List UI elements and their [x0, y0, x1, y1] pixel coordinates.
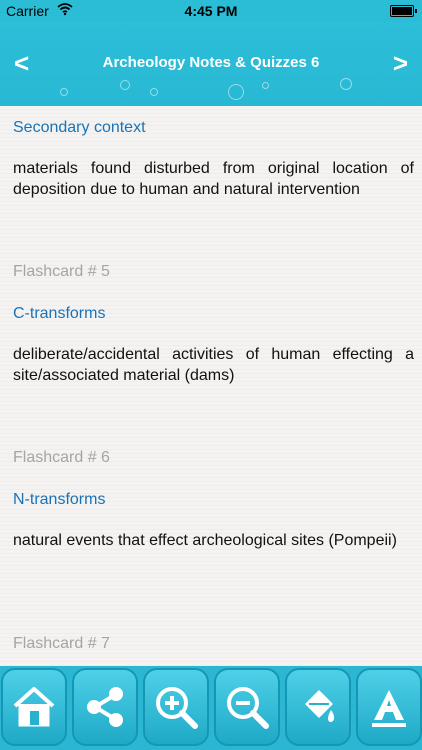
zoom-out-button[interactable]: [214, 668, 280, 746]
bubble-decoration: [262, 82, 269, 89]
share-button[interactable]: [72, 668, 138, 746]
share-icon: [87, 687, 123, 727]
bubble-decoration: [60, 88, 68, 96]
font-button[interactable]: [356, 668, 422, 746]
home-button[interactable]: [1, 668, 67, 746]
nav-bar: < Archeology Notes & Quizzes 6 >: [0, 22, 422, 106]
zoom-in-icon: [156, 687, 198, 729]
bubble-decoration: [120, 80, 130, 90]
flashcard-number: Flashcard # 6: [13, 449, 110, 466]
paint-bucket-icon: [305, 690, 335, 723]
flashcard-number: Flashcard # 5: [13, 263, 110, 280]
bubble-decoration: [340, 78, 352, 90]
zoom-out-icon: [227, 687, 269, 729]
home-icon: [13, 687, 55, 727]
status-bar: Carrier 4:45 PM: [0, 0, 422, 22]
zoom-in-button[interactable]: [143, 668, 209, 746]
card-definition: materials found disturbed from original …: [13, 160, 414, 198]
bubble-decoration: [228, 84, 244, 100]
clock-label: 4:45 PM: [184, 3, 238, 19]
flashcard-list[interactable]: Secondary context materials found distur…: [0, 106, 422, 666]
page-title: Archeology Notes & Quizzes 6: [102, 54, 320, 71]
card-term: N-transforms: [13, 491, 106, 508]
card-term: C-transforms: [13, 305, 106, 322]
theme-button[interactable]: [285, 668, 351, 746]
flashcard-number: Flashcard # 7: [13, 635, 110, 652]
bubble-decoration: [150, 88, 158, 96]
card-definition: deliberate/accidental activities of huma…: [13, 346, 414, 384]
battery-icon: [390, 5, 417, 17]
card-definition: natural events that effect archeological…: [13, 532, 397, 549]
card-term: Secondary context: [13, 119, 146, 136]
forward-button[interactable]: >: [393, 48, 408, 78]
bottom-toolbar: [0, 666, 422, 750]
font-icon: [372, 690, 406, 727]
